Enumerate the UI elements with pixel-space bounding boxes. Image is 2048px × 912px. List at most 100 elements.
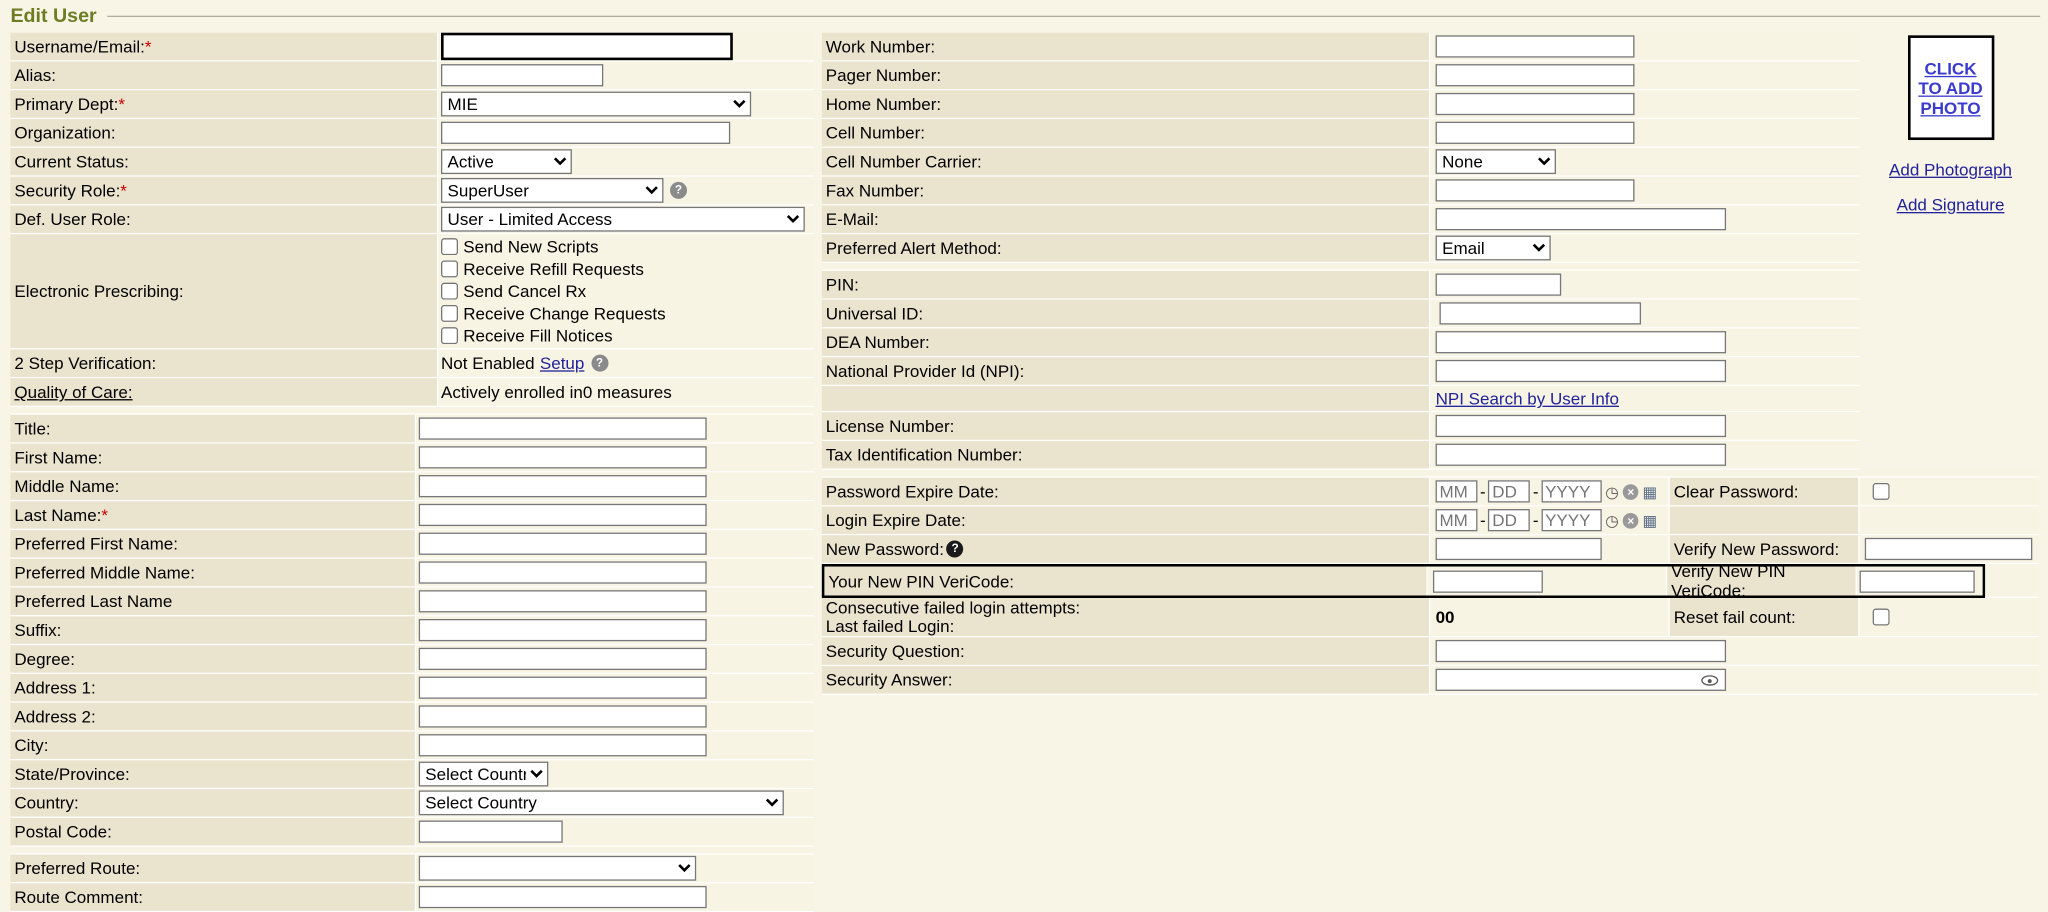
login-expire-mm-input[interactable] [1436,509,1478,531]
calendar-icon[interactable]: ▦ [1643,512,1658,528]
security-role-select[interactable]: SuperUser [441,178,663,203]
quality-of-care-link[interactable]: Quality of Care: [14,382,132,402]
degree-input[interactable] [419,648,707,670]
fax-number-label: Fax Number: [822,177,1431,204]
pin-input[interactable] [1436,274,1562,296]
verify-new-pin-vericode-input[interactable] [1860,570,1975,592]
username-input[interactable] [441,33,733,60]
electronic-prescribing-label-text: Electronic Prescribing: [14,281,183,301]
clear-password-checkbox[interactable] [1873,483,1890,500]
row-primary-dept: Primary Dept:* MIE [10,90,813,119]
preferred-first-name-input[interactable] [419,533,707,555]
title-cell [416,415,814,442]
postal-code-input[interactable] [419,821,563,843]
license-number-input[interactable] [1436,415,1727,437]
primary-dept-select[interactable]: MIE [441,92,751,117]
license-number-label-text: License Number: [826,416,955,436]
receive-fill-notices-checkbox[interactable] [441,327,458,344]
fax-number-input[interactable] [1436,179,1635,201]
pager-number-input[interactable] [1436,64,1635,86]
country-select[interactable]: Select Country [419,790,784,815]
receive-change-requests-checkbox[interactable] [441,305,458,322]
password-expire-dd-input[interactable] [1488,480,1530,502]
row-route-comment: Route Comment: [10,883,813,912]
electronic-prescribing-label: Electronic Prescribing: [10,234,438,348]
row-npi: National Provider Id (NPI): [822,357,1860,386]
home-number-input[interactable] [1436,93,1635,115]
show-password-eye-icon[interactable] [1701,675,1718,685]
email-input[interactable] [1436,208,1727,230]
universal-id-label: Universal ID: [822,300,1431,327]
title-input[interactable] [419,417,707,439]
first-name-input[interactable] [419,446,707,468]
two-step-help-icon[interactable]: ? [591,355,608,372]
npi-search-link[interactable]: NPI Search by User Info [1436,389,1619,409]
security-question-input[interactable] [1436,640,1727,662]
last-failed-login-label-text: Last failed Login: [826,617,955,635]
universal-id-input[interactable] [1439,302,1641,324]
login-expire-yyyy-input[interactable] [1541,509,1601,531]
clear-date-icon[interactable]: × [1623,484,1639,500]
middle-name-input[interactable] [419,475,707,497]
alias-input[interactable] [441,64,603,86]
add-photograph-link[interactable]: Add Photograph [1889,160,2012,180]
suffix-input[interactable] [419,619,707,641]
preferred-middle-name-input[interactable] [419,561,707,583]
page-title: Edit User [10,5,96,27]
two-step-setup-link[interactable]: Setup [540,353,584,373]
preferred-route-select[interactable] [419,856,696,881]
dea-number-input[interactable] [1436,331,1727,353]
password-expire-yyyy-input[interactable] [1541,480,1601,502]
address1-cell [416,674,814,701]
city-input[interactable] [419,734,707,756]
address2-input[interactable] [419,705,707,727]
new-password-input[interactable] [1436,538,1602,560]
route-comment-input[interactable] [419,886,707,908]
verify-new-password-input[interactable] [1865,538,2033,560]
preferred-alert-method-select[interactable]: Email [1436,236,1551,261]
cell-number-input[interactable] [1436,122,1635,144]
route-comment-cell [416,883,814,910]
organization-input[interactable] [441,122,730,144]
security-answer-input[interactable] [1436,669,1727,691]
current-status-select[interactable]: Active [441,149,572,174]
new-pin-vericode-input[interactable] [1433,570,1543,592]
preferred-last-name-label: Preferred Last Name [10,588,416,615]
add-photo-placeholder[interactable]: CLICK TO ADD PHOTO [1907,35,1993,140]
row-degree: Degree: [10,645,813,674]
npi-search-cell: NPI Search by User Info [1430,386,1859,411]
verify-new-pin-vericode-label-text: Verify New PIN VeriCode: [1671,561,1856,600]
clock-icon[interactable]: ◷ [1605,484,1619,500]
send-cancel-rx-checkbox[interactable] [441,283,458,300]
tax-id-input[interactable] [1436,444,1727,466]
row-failed-logins: Consecutive failed login attempts: Last … [822,598,2039,637]
new-password-help-icon[interactable]: ? [947,540,964,557]
work-number-input[interactable] [1436,35,1635,57]
row-new-password: New Password: ? Verify New Password: [822,535,2039,564]
def-user-role-select[interactable]: User - Limited Access [441,207,805,232]
verify-new-pin-vericode-cell [1857,567,1983,596]
quality-of-care-value: Actively enrolled in0 measures [441,382,672,402]
row-password-expire-date: Password Expire Date: -- ◷ × ▦ Clear Pas… [822,478,2039,507]
state-province-select[interactable]: Select Country [419,762,549,787]
calendar-icon[interactable]: ▦ [1643,484,1658,500]
preferred-last-name-input[interactable] [419,590,707,612]
add-signature-link[interactable]: Add Signature [1897,195,2005,215]
cell-number-carrier-select[interactable]: None [1436,149,1556,174]
login-expire-dd-input[interactable] [1488,509,1530,531]
clear-date-icon[interactable]: × [1623,512,1639,528]
new-pin-vericode-label-text: Your New PIN VeriCode: [828,571,1014,591]
address1-input[interactable] [419,677,707,699]
last-name-input[interactable] [419,504,707,526]
password-expire-mm-input[interactable] [1436,480,1478,502]
send-new-scripts-checkbox[interactable] [441,238,458,255]
reset-fail-count-checkbox[interactable] [1873,609,1890,626]
date-separator: - [1533,510,1539,530]
row-security-question: Security Question: [822,637,2039,666]
clock-icon[interactable]: ◷ [1605,512,1619,528]
npi-input[interactable] [1436,360,1727,382]
security-role-help-icon[interactable]: ? [670,182,687,199]
first-name-label: First Name: [10,444,416,471]
electronic-prescribing-cell: Send New Scripts Receive Refill Requests… [438,234,814,348]
receive-refill-requests-checkbox[interactable] [441,260,458,277]
